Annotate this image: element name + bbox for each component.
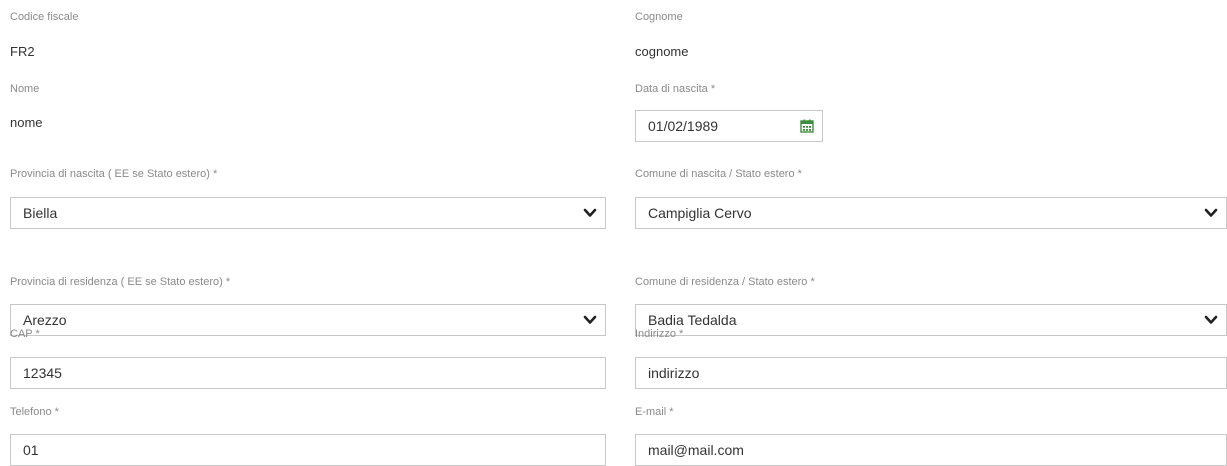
nome-label: Nome [10,83,40,95]
data-nascita-label: Data di nascita * [635,83,716,95]
chevron-down-icon [583,315,597,324]
indirizzo-label: Indirizzo * [635,328,684,340]
nome-value: nome [10,115,43,130]
data-nascita-value: 01/02/1989 [648,118,719,134]
calendar-icon[interactable] [800,119,814,133]
indirizzo-value: indirizzo [648,365,700,381]
comune-residenza-label: Comune di residenza / Stato estero * [635,276,815,288]
data-nascita-input[interactable]: 01/02/1989 [635,110,823,142]
chevron-down-icon [1204,315,1218,324]
chevron-down-icon [1204,208,1218,217]
telefono-input[interactable]: 01 [10,434,606,466]
anagrafica-form: Codice fiscale FR2 Cognome cognome Nome … [0,0,1227,466]
comune-residenza-select[interactable]: Badia Tedalda [635,304,1227,336]
email-label: E-mail * [635,406,674,418]
email-input[interactable]: mail@mail.com [635,434,1227,466]
provincia-nascita-label: Provincia di nascita ( EE se Stato ester… [10,168,218,180]
cognome-value: cognome [635,44,689,59]
cap-input[interactable]: 12345 [10,357,606,389]
email-value: mail@mail.com [648,442,744,458]
comune-nascita-value: Campiglia Cervo [648,205,752,221]
provincia-nascita-select[interactable]: Biella [10,197,606,229]
chevron-down-icon [583,208,597,217]
comune-nascita-label: Comune di nascita / Stato estero * [635,168,802,180]
provincia-nascita-value: Biella [23,205,58,221]
codice-fiscale-value: FR2 [10,44,35,59]
indirizzo-input[interactable]: indirizzo [635,357,1227,389]
cognome-label: Cognome [635,11,683,23]
cap-label: CAP * [10,328,40,340]
provincia-residenza-select[interactable]: Arezzo [10,304,606,336]
telefono-label: Telefono * [10,406,59,418]
provincia-residenza-label: Provincia di residenza ( EE se Stato est… [10,276,231,288]
cap-value: 12345 [23,365,62,381]
comune-nascita-select[interactable]: Campiglia Cervo [635,197,1227,229]
codice-fiscale-label: Codice fiscale [10,11,79,23]
telefono-value: 01 [23,442,39,458]
